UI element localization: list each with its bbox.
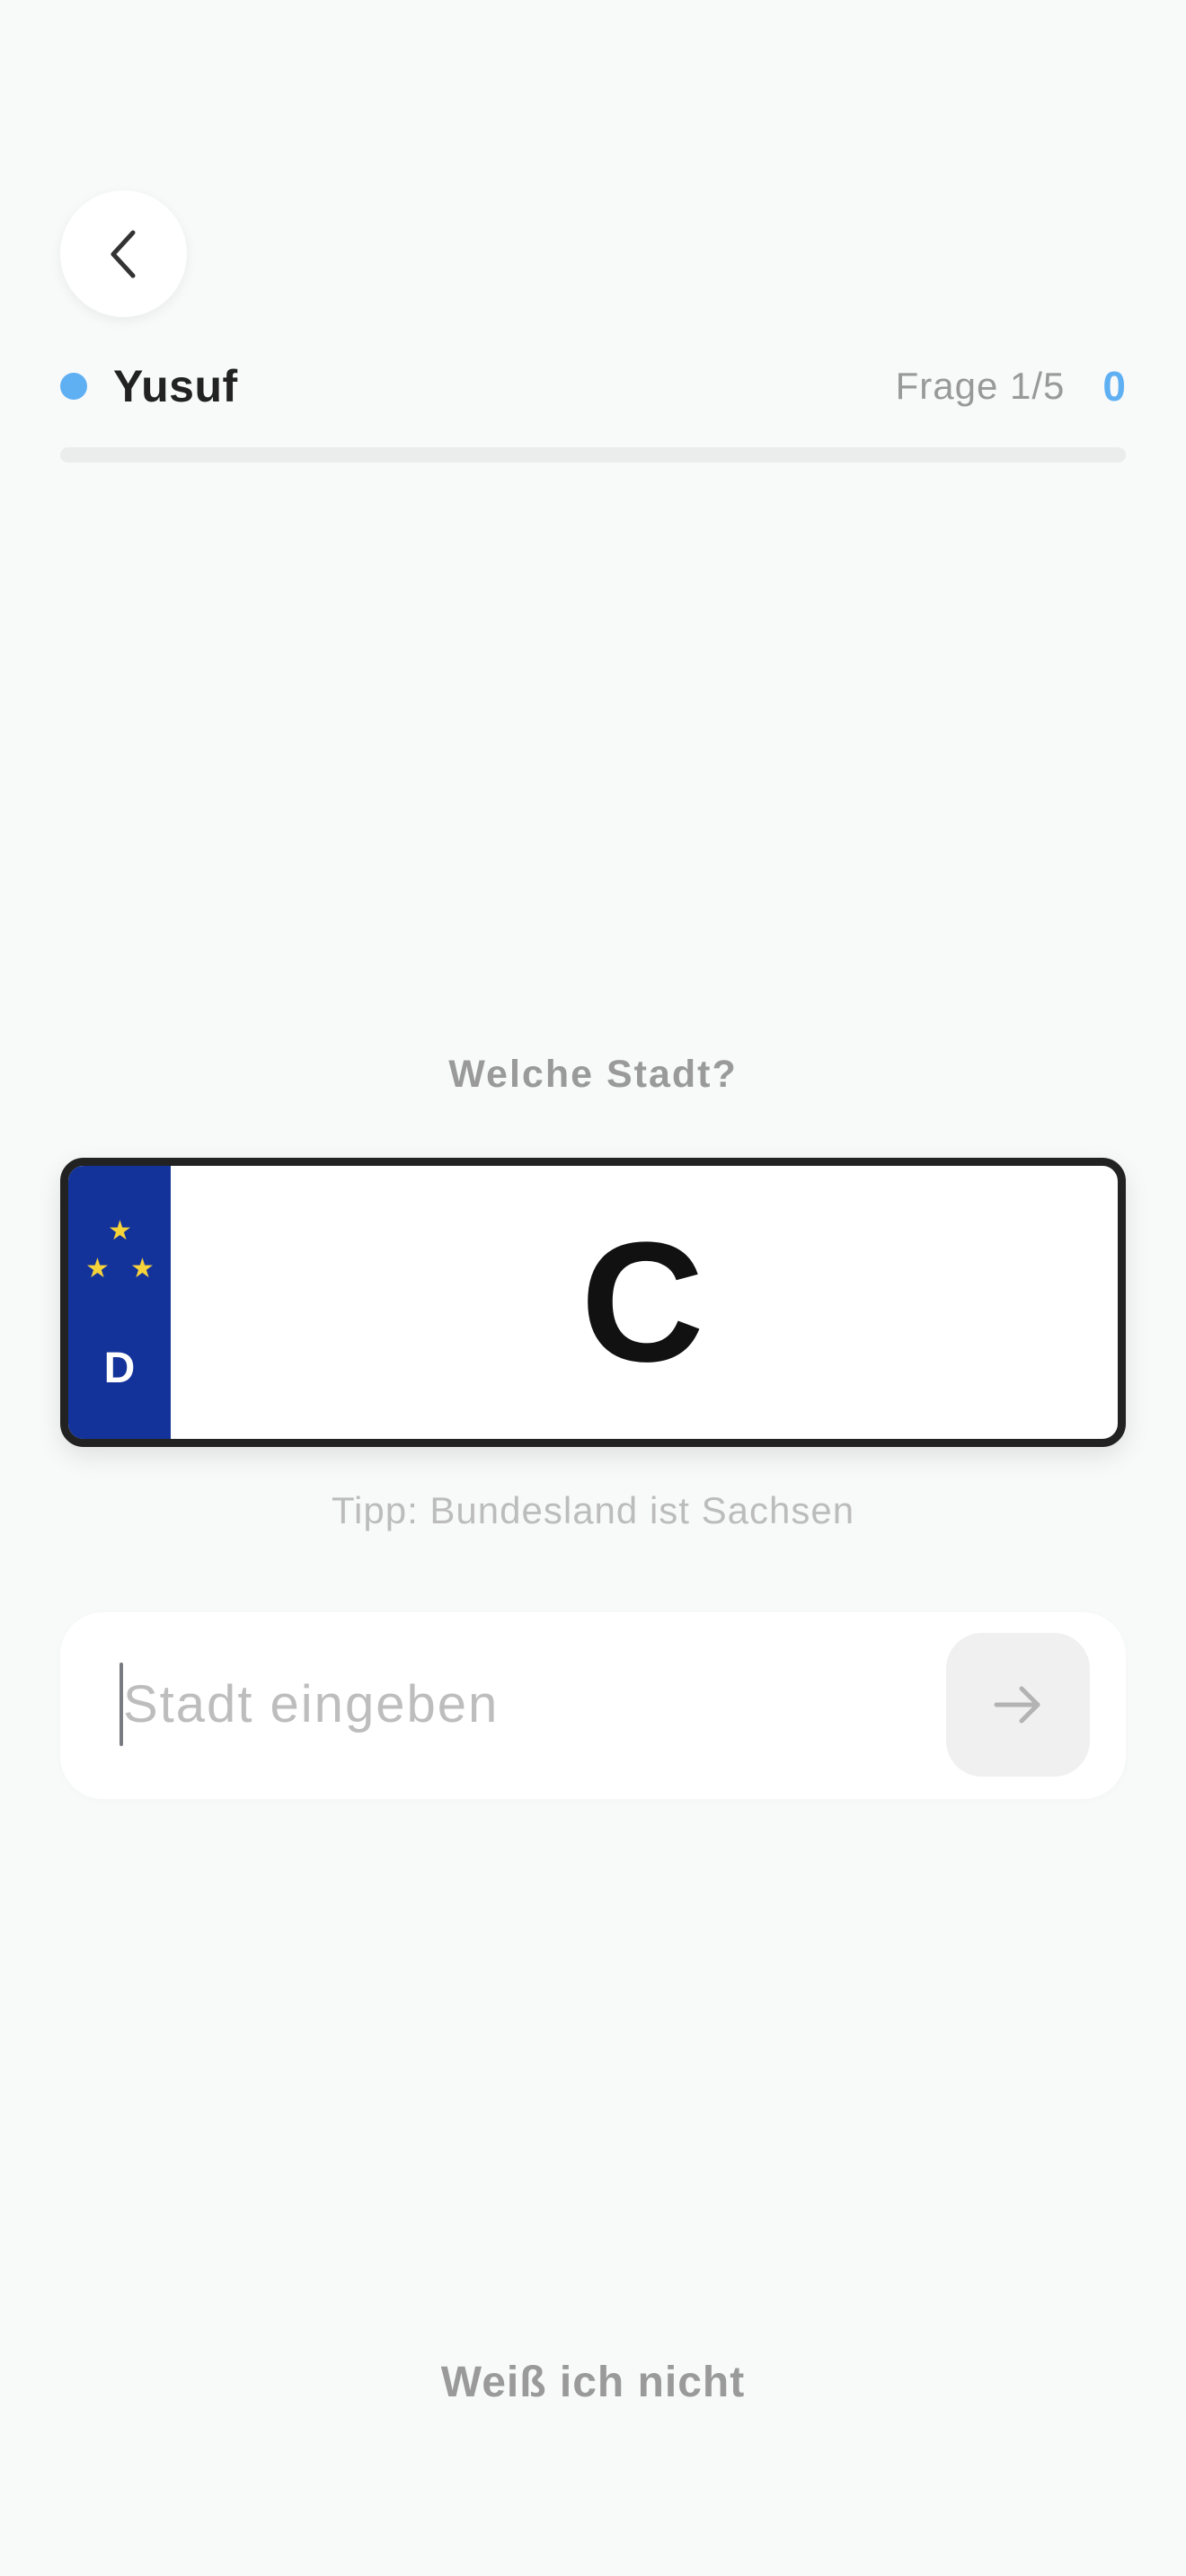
question-prompt: Welche Stadt? bbox=[448, 1053, 738, 1096]
skip-area: Weiß ich nicht bbox=[0, 2358, 1186, 2407]
star-icon: ★ bbox=[130, 1254, 155, 1284]
city-input[interactable] bbox=[123, 1648, 932, 1760]
question-counter: Frage 1/5 bbox=[895, 365, 1066, 407]
eu-band: ★ ★ ★ D bbox=[68, 1166, 171, 1439]
star-icon: ★ bbox=[85, 1254, 110, 1284]
score: 0 bbox=[1102, 363, 1126, 410]
answer-input-card bbox=[60, 1612, 1126, 1799]
eu-stars-icon: ★ ★ ★ bbox=[68, 1218, 171, 1290]
dont-know-button[interactable]: Weiß ich nicht bbox=[441, 2359, 745, 2406]
submit-button[interactable] bbox=[946, 1633, 1090, 1777]
hint-text: Tipp: Bundesland ist Sachsen bbox=[331, 1489, 855, 1531]
country-code: D bbox=[103, 1345, 136, 1392]
license-plate: ★ ★ ★ D C bbox=[60, 1158, 1126, 1447]
progress-bar bbox=[60, 447, 1126, 463]
arrow-right-icon bbox=[994, 1686, 1040, 1724]
chevron-left-icon bbox=[111, 230, 135, 278]
plate-letters: C bbox=[580, 1207, 708, 1398]
back-button[interactable] bbox=[60, 190, 187, 317]
player-name: Yusuf bbox=[113, 361, 238, 411]
player-color-dot bbox=[60, 373, 87, 400]
star-icon: ★ bbox=[108, 1216, 132, 1246]
player-status-row: Yusuf Frage 1/5 0 bbox=[60, 355, 1126, 418]
